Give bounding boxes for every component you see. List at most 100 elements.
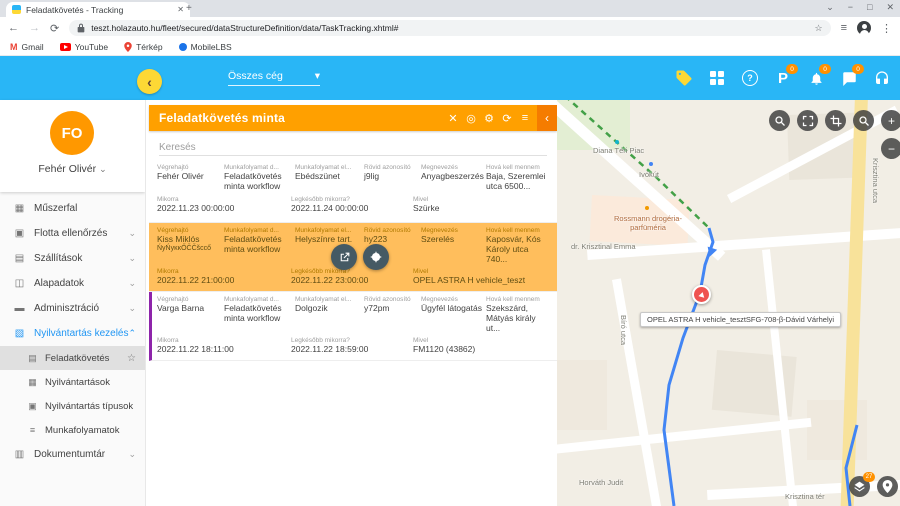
tab-favicon (12, 5, 21, 14)
basedata-icon: ◫ (13, 278, 26, 289)
map-pin-button[interactable] (877, 476, 898, 497)
latest-value: 2022.11.22 23:00:00 (291, 276, 413, 286)
crop-icon (830, 115, 842, 127)
panel-header: Feladatkövetés minta ✕ ◎ ⚙ ⟳ ≡ ‹ (149, 105, 557, 131)
sidebar-subitem-nyilvantartas-tipusok[interactable]: ▣ Nyilvántartás típusok (0, 394, 145, 418)
tab-title: Feladatkövetés - Tracking (26, 5, 172, 15)
user-name[interactable]: Fehér Olivér ⌄ (0, 163, 145, 175)
geofence-dashed-line (565, 100, 709, 228)
bookmark-youtube[interactable]: YouTube (60, 42, 108, 52)
task-row[interactable]: VégrehajtóVarga Barna Munkafolyamat d...… (149, 292, 557, 361)
map-layers-button[interactable]: 27 (849, 476, 870, 497)
documents-icon: ▥ (13, 449, 26, 460)
user-avatar[interactable]: FO (50, 111, 94, 155)
task-row-selected[interactable]: VégrehajtóKiss MiklósŃyŃyĸĸŐČČšccő Munka… (149, 223, 557, 292)
open-task-button[interactable] (331, 244, 357, 270)
records-icon: ▦ (27, 377, 38, 388)
headset-icon[interactable] (872, 68, 892, 88)
workflow-value: Feladatkövetés minta workflow (224, 235, 292, 255)
bookmark-mobilelbs[interactable]: MobileLBS (179, 42, 232, 52)
apps-grid-icon[interactable] (707, 68, 727, 88)
mobilelbs-icon (179, 43, 187, 51)
open-in-new-icon (338, 251, 351, 264)
zoom-out-button[interactable]: − (881, 138, 900, 159)
vehicle-marker[interactable] (692, 285, 711, 304)
close-icon[interactable]: ✕ (444, 112, 462, 125)
sidebar-item-dokumentumtar[interactable]: ▥ Dokumentumtár ⌄ (0, 442, 145, 467)
search-input[interactable] (159, 140, 547, 156)
collapse-panel-icon[interactable]: ‹ (537, 105, 557, 131)
name-value: Ügyfél látogatás (421, 304, 483, 314)
browser-menu-icon[interactable]: ⋮ (881, 22, 892, 35)
parking-icon[interactable]: P 0 (773, 68, 793, 88)
tag-icon[interactable] (674, 68, 694, 88)
layers-badge: 27 (863, 472, 875, 482)
sidebar-item-szallitasok[interactable]: ▤ Szállítások ⌄ (0, 246, 145, 271)
when-value: 2022.11.22 21:00:00 (157, 276, 291, 286)
bookmark-gmail[interactable]: MGmail (10, 42, 44, 52)
map[interactable]: Diana Téri Piac Ivókút Rossmann drogéria… (557, 100, 900, 506)
shipments-icon: ▤ (13, 253, 26, 264)
locate-task-button[interactable] (363, 244, 389, 270)
destination-value: Szekszárd, Mátyás király ut... (486, 304, 551, 333)
sidebar-item-alapadatok[interactable]: ◫ Alapadatok ⌄ (0, 271, 145, 296)
map-label: dr. Krisztinal Emma (571, 242, 636, 251)
window-minimize-button[interactable]: − (848, 2, 853, 13)
records-folder-icon: ▧ (13, 328, 26, 339)
tab-close-icon[interactable]: ✕ (177, 5, 184, 14)
chevron-down-icon: ⌄ (128, 449, 136, 460)
gear-icon[interactable]: ⚙ (480, 112, 498, 125)
help-icon[interactable]: ? (740, 68, 760, 88)
sidebar-item-muszerfal[interactable]: ▦ Műszerfal (0, 196, 145, 221)
dashboard-icon: ▦ (13, 203, 26, 214)
reading-list-icon[interactable]: ≡ (841, 22, 847, 34)
company-dropdown[interactable]: Összes cég ▾ (228, 70, 320, 86)
browser-profile-avatar[interactable] (857, 21, 871, 35)
map-fullscreen-button[interactable] (797, 110, 818, 131)
new-tab-button[interactable]: + (186, 3, 192, 14)
task-row[interactable]: VégrehajtóFehér Olivér Munkafolyamat d..… (149, 160, 557, 223)
url-text[interactable]: teszt.holazauto.hu/fleet/secured/dataStr… (91, 23, 808, 33)
refresh-icon[interactable]: ⟳ (498, 112, 516, 125)
executor-value: Kiss Miklós (157, 235, 221, 245)
forward-icon[interactable]: → (29, 22, 40, 34)
sidebar: FO Fehér Olivér ⌄ ▦ Műszerfal ▣ Flotta e… (0, 100, 145, 506)
bookmark-terkep[interactable]: Térkép (124, 42, 162, 52)
sidebar-item-flotta-ellenorzes[interactable]: ▣ Flotta ellenőrzés ⌄ (0, 221, 145, 246)
chat-icon[interactable]: 0 (839, 68, 859, 88)
chevron-down-icon: ⌄ (128, 253, 136, 264)
back-icon[interactable]: ← (8, 22, 19, 34)
url-bar[interactable]: teszt.holazauto.hu/fleet/secured/dataStr… (69, 20, 830, 36)
chevron-down-icon: ⌄ (128, 228, 136, 239)
map-search-button[interactable] (769, 110, 790, 131)
sidebar-subitem-feladatkovetes[interactable]: ▤ Feladatkövetés ☆ (0, 346, 145, 370)
chevron-down-icon: ⌄ (128, 278, 136, 289)
record-types-icon: ▣ (27, 401, 38, 412)
poi-dot (649, 162, 653, 166)
name-value: Anyagbeszerzés (421, 172, 483, 182)
star-icon[interactable]: ☆ (127, 353, 136, 364)
notifications-badge: 0 (819, 64, 831, 74)
zoom-in-button[interactable]: + (881, 110, 900, 131)
window-chevron-icon[interactable]: ⌄ (826, 2, 834, 13)
lock-icon (77, 23, 85, 33)
fleet-icon: ▣ (13, 228, 26, 239)
sidebar-item-adminisztracio[interactable]: ▬ Adminisztráció ⌄ (0, 296, 145, 321)
window-maximize-button[interactable]: □ (867, 2, 872, 13)
locate-all-icon[interactable]: ◎ (462, 112, 480, 125)
notifications-bell-icon[interactable]: 0 (806, 68, 826, 88)
sidebar-subitem-munkafolyamatok[interactable]: ≡ Munkafolyamatok (0, 418, 145, 442)
map-search-area-button[interactable] (853, 110, 874, 131)
sidebar-subitem-nyilvantartasok[interactable]: ▦ Nyilvántartások (0, 370, 145, 394)
bookmark-star-icon[interactable]: ☆ (815, 23, 823, 34)
sidebar-item-nyilvantartas-kezeles[interactable]: ▧ Nyilvántartás kezelés ⌃ (0, 321, 145, 346)
back-button[interactable]: ‹ (137, 69, 162, 94)
chevron-down-icon: ⌄ (128, 303, 136, 314)
chevron-up-icon: ⌃ (128, 328, 136, 339)
reload-icon[interactable]: ⟳ (50, 22, 59, 35)
browser-tab[interactable]: Feladatkövetés - Tracking ✕ (6, 2, 190, 17)
window-close-button[interactable]: ✕ (886, 2, 894, 13)
company-dropdown-value: Összes cég (228, 70, 283, 82)
table-view-icon[interactable]: ≡ (516, 112, 534, 124)
map-crop-button[interactable] (825, 110, 846, 131)
